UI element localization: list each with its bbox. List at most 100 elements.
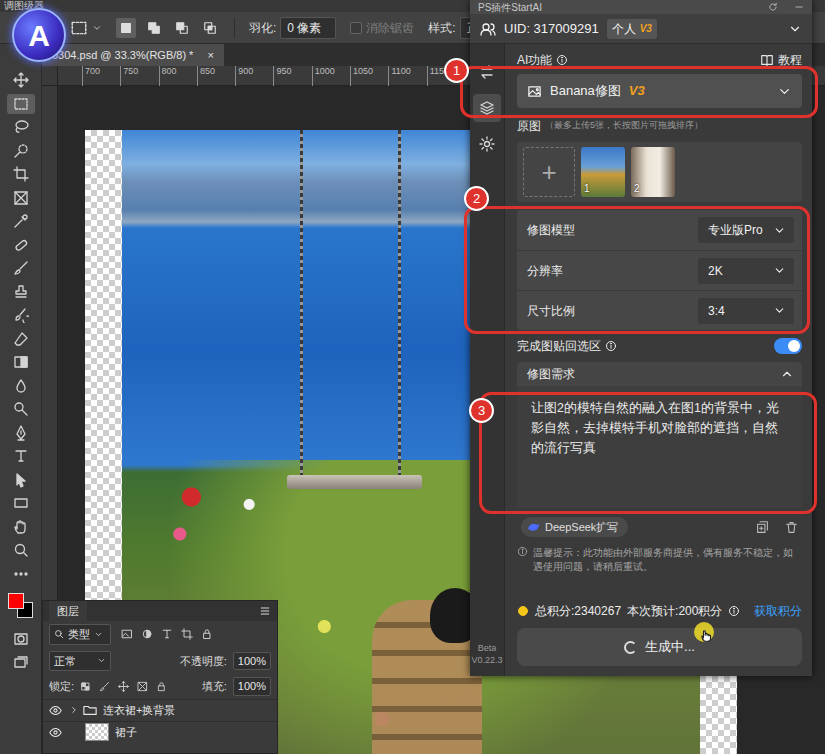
fill-input[interactable]: 100% (233, 677, 271, 696)
tool-button[interactable] (7, 352, 35, 372)
eye-icon (49, 726, 62, 739)
tool-button[interactable] (7, 423, 35, 443)
layer-row[interactable]: 裙子 (43, 721, 277, 743)
coin-icon (517, 605, 529, 617)
tool-button[interactable] (7, 540, 35, 560)
layer-row[interactable]: 连衣裙+换背景 (43, 699, 277, 721)
paste-back-toggle[interactable] (774, 338, 802, 354)
source-image[interactable]: 1 (581, 147, 625, 197)
layer-name: 连衣裙+换背景 (103, 702, 175, 719)
app-logo[interactable]: A (12, 8, 66, 62)
rail-button[interactable] (473, 130, 501, 158)
visibility-toggle[interactable] (49, 726, 63, 739)
hand-cursor-icon (700, 629, 714, 643)
deepseek-expand-button[interactable]: DeepSeek扩写 (521, 517, 628, 538)
setting-select[interactable]: 3:4 (698, 298, 794, 324)
frame-icon (13, 190, 29, 206)
tool-button[interactable] (7, 517, 35, 537)
generate-label: 生成中... (645, 637, 695, 657)
tool-button[interactable] (7, 164, 35, 184)
feature-name: Banana修图 (550, 81, 621, 101)
ruler-label: 800 (159, 66, 197, 86)
tool-button[interactable] (7, 446, 35, 466)
tool-button[interactable] (7, 329, 35, 349)
selection-mode-button[interactable] (200, 18, 220, 38)
search-icon (54, 629, 64, 639)
feather-input[interactable]: 0 像素 (280, 17, 336, 39)
chevron-up-icon (780, 367, 794, 381)
add-copy-icon (756, 521, 769, 534)
tool-button[interactable] (7, 629, 35, 649)
fill-label: 填充: (202, 678, 227, 695)
marquee-icon (70, 19, 88, 37)
more-icon (13, 566, 29, 582)
selection-mode-button[interactable] (144, 18, 164, 38)
feature-select[interactable]: Banana修图 V3 (517, 74, 802, 108)
setting-value: 专业版Pro (708, 221, 763, 239)
path-select-icon (13, 472, 29, 488)
tool-button[interactable] (7, 235, 35, 255)
add-image-button[interactable]: + (523, 147, 575, 197)
tool-button[interactable] (7, 376, 35, 396)
tool-button[interactable] (7, 258, 35, 278)
tool-button[interactable] (7, 70, 35, 90)
user-id: UID: 317009291 (504, 19, 599, 39)
collapse-toggle[interactable] (780, 367, 794, 381)
foreground-color-swatch[interactable] (8, 593, 24, 609)
rail-button[interactable] (473, 94, 501, 122)
request-textarea[interactable]: 让图2的模特自然的融入在图1的背景中，光影自然，去掉模特手机对脸部的遮挡，自然的… (517, 386, 802, 508)
tool-button[interactable] (7, 399, 35, 419)
tool-button[interactable] (7, 211, 35, 231)
layers-tab[interactable]: 图层 (49, 601, 87, 622)
tutorial-link[interactable]: 教程 (760, 51, 802, 69)
info-icon (556, 54, 568, 66)
tool-button[interactable] (7, 117, 35, 137)
tool-button[interactable] (7, 305, 35, 325)
account-menu[interactable] (788, 22, 802, 36)
setting-select[interactable]: 专业版Pro (698, 217, 794, 243)
ruler-label: 1050 (350, 66, 388, 86)
layer-filter-select[interactable]: 类型 (49, 624, 111, 645)
tool-button[interactable] (7, 282, 35, 302)
tool-preset-picker[interactable] (70, 19, 102, 37)
loading-spinner (624, 641, 637, 654)
setting-select[interactable]: 2K (698, 258, 794, 284)
feature-badge: V3 (629, 81, 645, 101)
layer-filter-value: 类型 (68, 626, 90, 643)
selection-mode-button[interactable] (172, 18, 192, 38)
users-icon (480, 21, 496, 37)
document-tab[interactable]: 0304.psd @ 33.3%(RGB/8) *× (42, 44, 224, 66)
tool-button[interactable] (7, 470, 35, 490)
type-icon (13, 448, 29, 464)
close-tab-button[interactable]: × (207, 47, 213, 64)
selection-mode-button[interactable] (116, 18, 136, 38)
blend-mode-select[interactable]: 正常 (49, 651, 111, 672)
panel-menu-icon (259, 605, 271, 617)
opacity-input[interactable]: 100% (233, 652, 271, 671)
style-label: 样式: (428, 19, 455, 37)
rail-button[interactable] (473, 58, 501, 86)
toolbar (0, 44, 42, 754)
zoom-icon (13, 542, 29, 558)
dropdown-caret-icon (94, 630, 103, 639)
account-label: 个人 (612, 20, 636, 38)
get-points-link[interactable]: 获取积分 (754, 602, 802, 620)
tool-button[interactable] (7, 564, 35, 584)
gradient-icon (13, 354, 29, 370)
tool-button[interactable] (7, 141, 35, 161)
tool-button[interactable] (7, 188, 35, 208)
tool-button[interactable] (7, 493, 35, 513)
setting-value: 2K (708, 262, 723, 280)
setting-label: 尺寸比例 (527, 302, 575, 320)
source-image[interactable]: 2 (631, 147, 675, 197)
tool-button[interactable] (7, 652, 35, 672)
lock-artboard-icon (137, 681, 148, 692)
notice-text: 温馨提示：此功能由外部服务商提供，偶有服务不稳定，如遇使用问题，请稍后重试。 (533, 546, 802, 574)
eraser-icon (13, 331, 29, 347)
lock-all-icon (156, 681, 167, 692)
tool-button[interactable] (7, 94, 35, 114)
account-type[interactable]: 个人V3 (607, 19, 657, 39)
generate-button[interactable]: 生成中... (517, 628, 802, 666)
deepseek-label: DeepSeek扩写 (545, 519, 618, 536)
visibility-toggle[interactable] (49, 704, 63, 717)
